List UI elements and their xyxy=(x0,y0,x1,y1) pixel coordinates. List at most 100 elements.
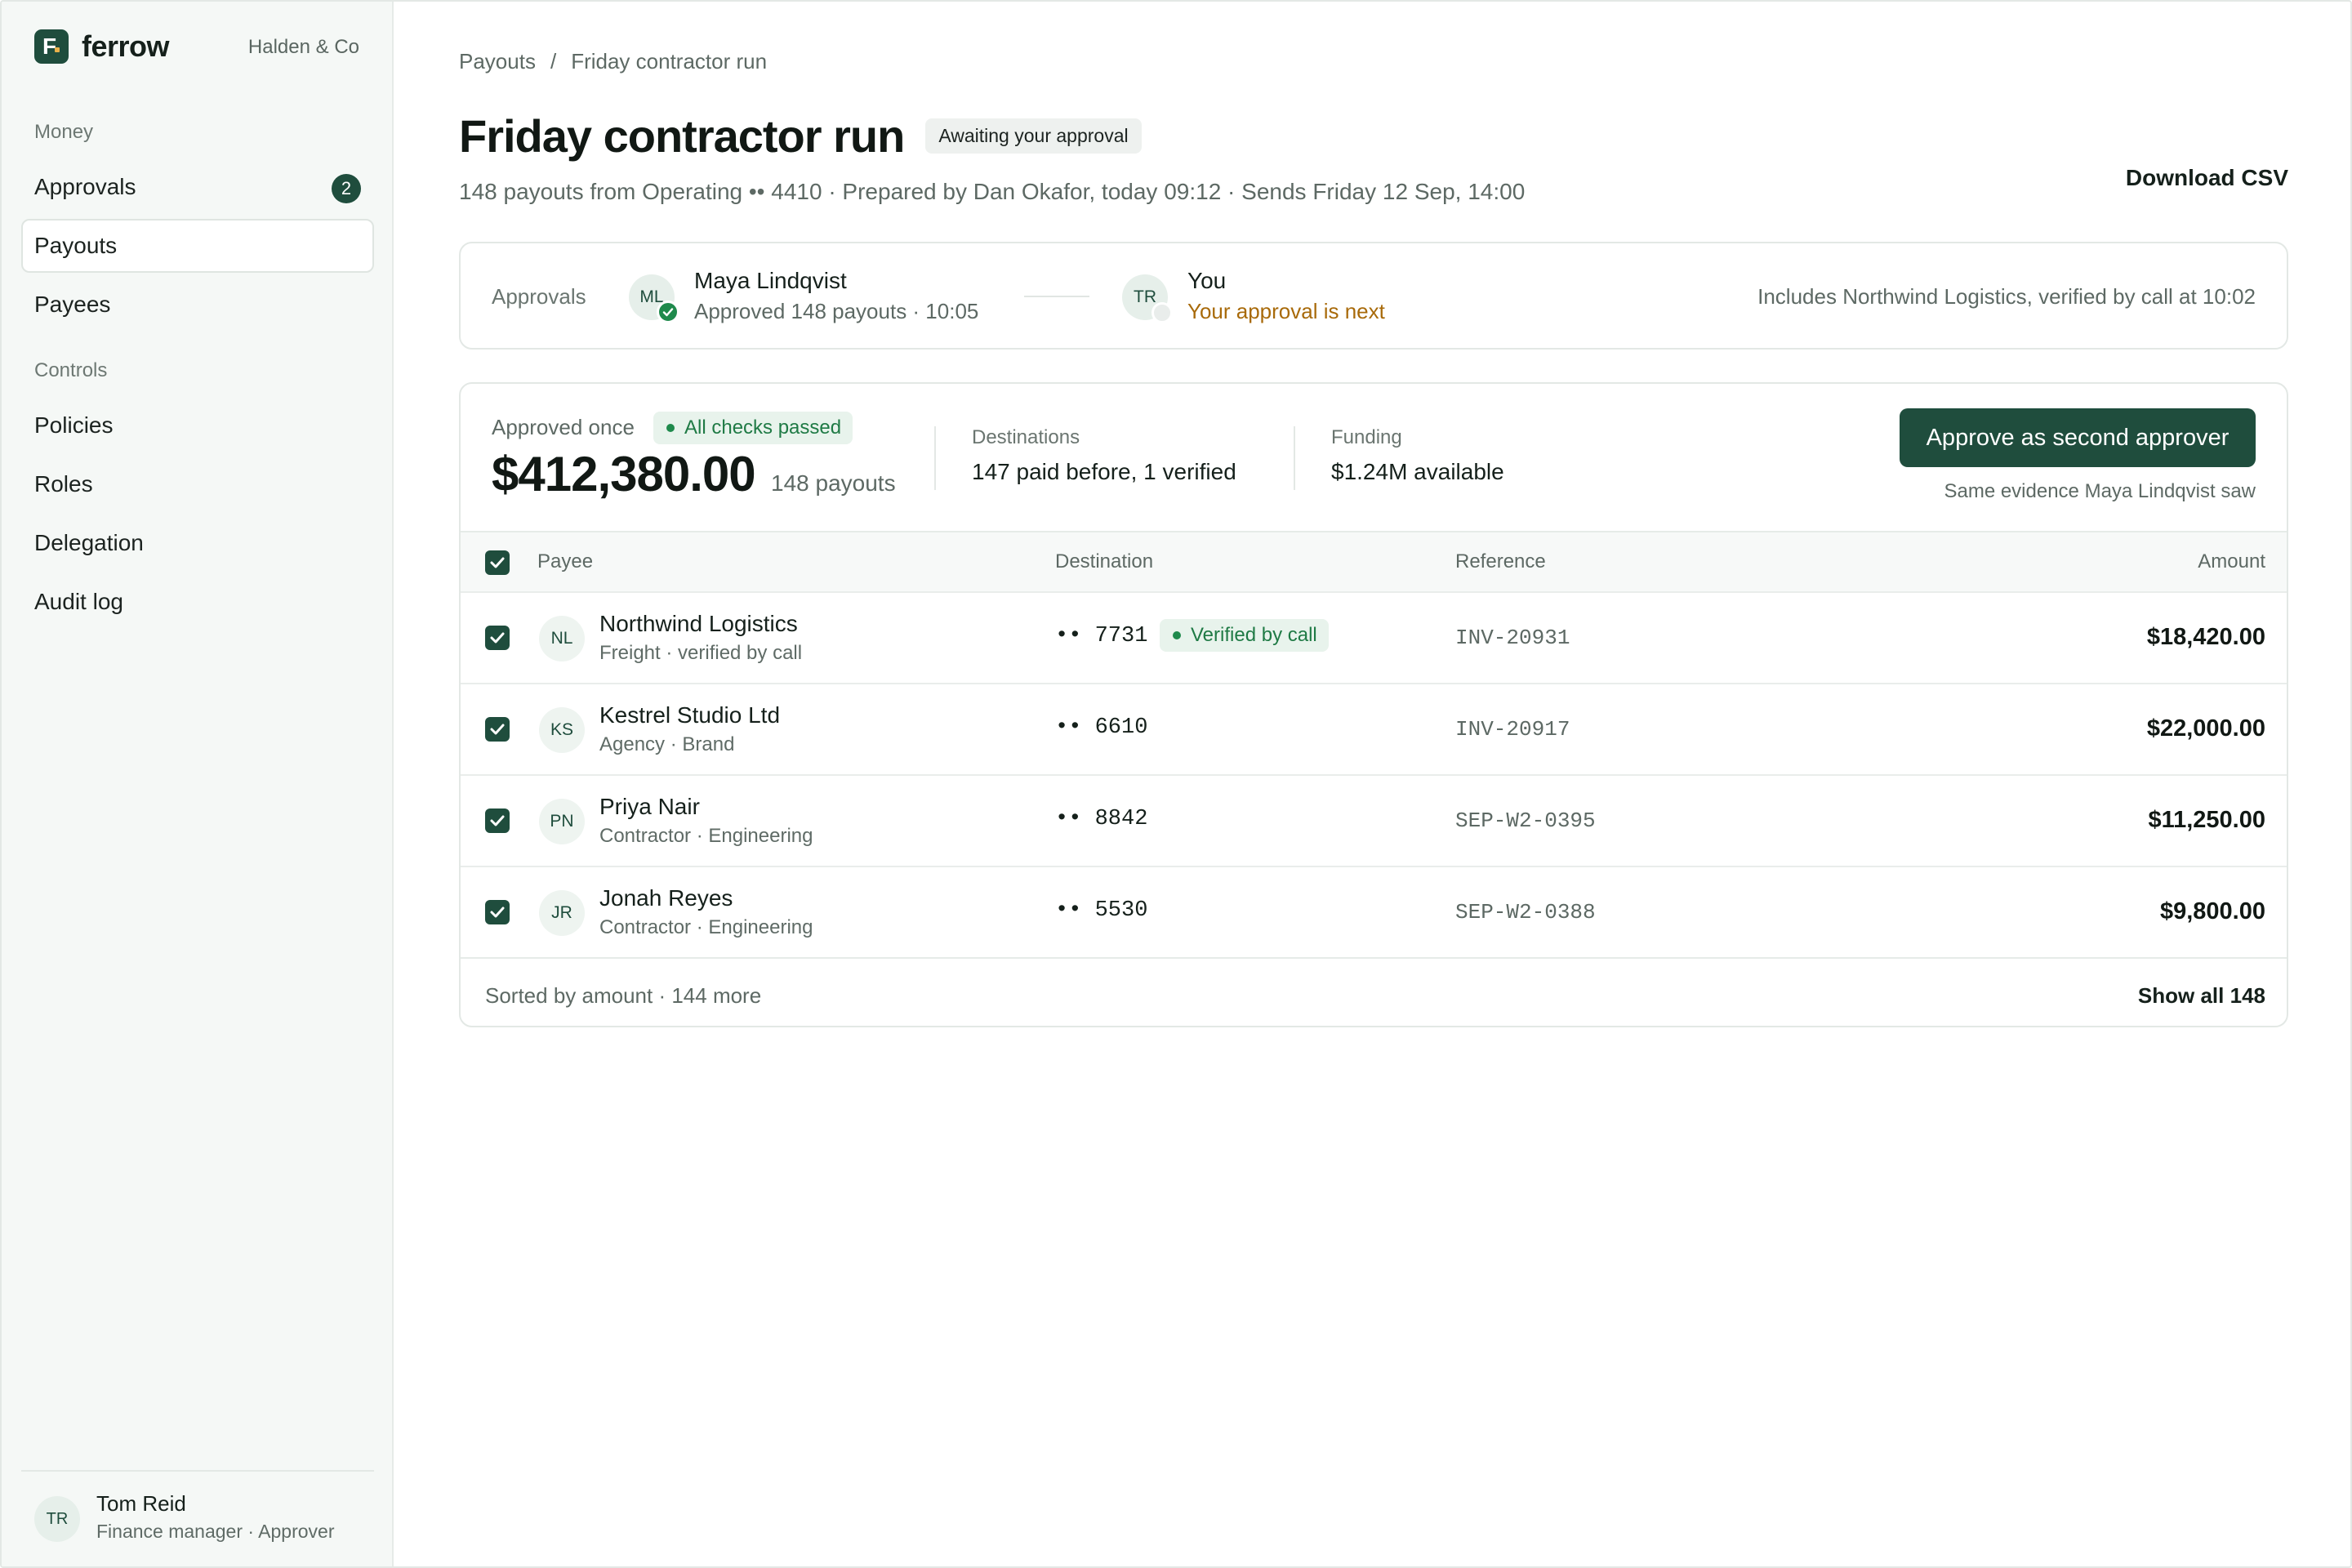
reference: INV-20931 xyxy=(1455,626,1570,650)
destinations-value: 147 paid before, 1 verified xyxy=(972,459,1236,484)
sort-summary: Sorted by amount · 144 more xyxy=(485,983,762,1008)
user-role: Finance manager · Approver xyxy=(96,1521,335,1542)
avatar: JR xyxy=(539,890,585,936)
sidebar-item-payees[interactable]: Payees xyxy=(21,278,374,332)
sidebar-item-label: Payouts xyxy=(34,233,118,258)
batch-card: Approved once All checks passed $412,380… xyxy=(459,382,2288,1027)
payout-amount: $9,800.00 xyxy=(2159,898,2265,924)
org-switcher[interactable]: Halden & Co xyxy=(248,36,359,59)
summary-label: Approved once xyxy=(492,415,635,439)
approvals-label: Approvals xyxy=(492,284,586,309)
payee-meta: Agency · Brand xyxy=(599,733,735,755)
verified-badge: Verified by call xyxy=(1160,619,1329,652)
sidebar-item-label: Payees xyxy=(34,292,111,317)
column-header-destination[interactable]: Destination xyxy=(1055,550,1153,573)
divider xyxy=(934,426,936,490)
table-footer: Sorted by amount · 144 more Show all 148 xyxy=(461,957,2287,1026)
avatar: TR xyxy=(34,1496,80,1542)
sidebar-item-label: Audit log xyxy=(34,589,123,614)
destinations-label: Destinations xyxy=(972,426,1080,448)
sidebar: F ferrow Halden & Co Money Approvals 2 P… xyxy=(2,2,394,1566)
sidebar-item-approvals[interactable]: Approvals 2 xyxy=(21,160,374,214)
approvals-note: Includes Northwind Logistics, verified b… xyxy=(1757,284,2256,309)
table-row[interactable]: JR Jonah Reyes Contractor · Engineering … xyxy=(461,866,2287,957)
sidebar-item-label: Policies xyxy=(34,412,114,438)
brand[interactable]: F ferrow xyxy=(34,29,170,64)
sidebar-item-label: Roles xyxy=(34,471,93,497)
nav-section-money: Money xyxy=(34,121,94,143)
download-csv-button[interactable]: Download CSV xyxy=(2126,165,2288,191)
payout-amount: $18,420.00 xyxy=(2146,624,2265,650)
payout-amount: $22,000.00 xyxy=(2146,715,2265,742)
approver-meta: Approved 148 payouts · 10:05 xyxy=(694,299,979,323)
payee-meta: Contractor · Engineering xyxy=(599,825,813,847)
destination-account: •• 5530 xyxy=(1055,898,1148,923)
current-user[interactable]: TR Tom Reid Finance manager · Approver xyxy=(21,1470,374,1560)
sidebar-item-delegation[interactable]: Delegation xyxy=(21,516,374,570)
approver-next-status: Your approval is next xyxy=(1187,299,1385,323)
column-header-reference[interactable]: Reference xyxy=(1455,550,1546,573)
avatar: ML xyxy=(629,274,679,323)
total-amount: $412,380.00 xyxy=(492,447,756,501)
page-title: Friday contractor run xyxy=(459,110,905,162)
breadcrumb-separator: / xyxy=(550,49,557,74)
approver-name-you: You xyxy=(1187,268,1227,293)
funding-value: $1.24M available xyxy=(1331,459,1504,484)
breadcrumb: Payouts / Friday contractor run xyxy=(459,49,767,74)
sidebar-item-audit-log[interactable]: Audit log xyxy=(21,575,374,629)
breadcrumb-current: Friday contractor run xyxy=(571,49,768,74)
table-row[interactable]: PN Priya Nair Contractor · Engineering •… xyxy=(461,774,2287,866)
reference: INV-20917 xyxy=(1455,717,1570,742)
divider xyxy=(1294,426,1295,490)
payee-name[interactable]: Priya Nair xyxy=(599,794,700,820)
payee-meta: Contractor · Engineering xyxy=(599,916,813,938)
brand-name: ferrow xyxy=(82,29,170,63)
row-checkbox[interactable] xyxy=(485,808,510,833)
ferrow-logo-icon: F xyxy=(34,29,69,64)
pending-icon xyxy=(1152,302,1173,323)
approvals-count-badge: 2 xyxy=(332,174,361,203)
check-icon xyxy=(657,301,679,323)
payee-name[interactable]: Kestrel Studio Ltd xyxy=(599,702,780,728)
row-checkbox[interactable] xyxy=(485,900,510,924)
approver-name: Maya Lindqvist xyxy=(694,268,847,293)
checks-badge: All checks passed xyxy=(653,412,853,444)
column-header-amount[interactable]: Amount xyxy=(2198,550,2265,573)
reference: SEP-W2-0395 xyxy=(1455,808,1596,833)
avatar: TR xyxy=(1122,274,1173,323)
destination-account: •• 6610 xyxy=(1055,715,1148,740)
select-all-checkbox[interactable] xyxy=(485,550,510,575)
table-row[interactable]: NL Northwind Logistics Freight · verifie… xyxy=(461,591,2287,683)
column-header-payee[interactable]: Payee xyxy=(537,550,593,573)
row-checkbox[interactable] xyxy=(485,626,510,650)
user-name: Tom Reid xyxy=(96,1491,186,1516)
nav-section-controls: Controls xyxy=(34,359,108,381)
main-content: Payouts / Friday contractor run Friday c… xyxy=(394,2,2350,1566)
sidebar-item-roles[interactable]: Roles xyxy=(21,457,374,511)
avatar: NL xyxy=(539,616,585,662)
approve-button[interactable]: Approve as second approver xyxy=(1900,408,2256,467)
table-header: Payee Destination Reference Amount xyxy=(461,531,2287,591)
payout-count: 148 payouts xyxy=(771,470,896,496)
avatar-initials: TR xyxy=(1134,287,1156,306)
destination-account: •• 8842 xyxy=(1055,807,1148,831)
funding-label: Funding xyxy=(1331,426,1402,448)
avatar: KS xyxy=(539,707,585,753)
page-subtitle: 148 payouts from Operating •• 4410 · Pre… xyxy=(459,179,1526,204)
avatar: PN xyxy=(539,799,585,844)
sidebar-item-payouts[interactable]: Payouts xyxy=(21,219,374,273)
app-window: F ferrow Halden & Co Money Approvals 2 P… xyxy=(0,0,2352,1568)
payout-amount: $11,250.00 xyxy=(2148,807,2265,833)
reference: SEP-W2-0388 xyxy=(1455,900,1596,924)
title-row: Friday contractor run Awaiting your appr… xyxy=(459,109,1142,163)
payee-name[interactable]: Jonah Reyes xyxy=(599,885,733,911)
payee-name[interactable]: Northwind Logistics xyxy=(599,611,798,637)
row-checkbox[interactable] xyxy=(485,717,510,742)
sidebar-item-label: Approvals xyxy=(34,174,136,199)
sidebar-item-policies[interactable]: Policies xyxy=(21,399,374,452)
show-all-link[interactable]: Show all 148 xyxy=(2138,983,2265,1009)
destination-account: •• 7731 xyxy=(1055,624,1148,648)
table-row[interactable]: KS Kestrel Studio Ltd Agency · Brand •• … xyxy=(461,683,2287,774)
approvals-card: Approvals ML Maya Lindqvist Approved 148… xyxy=(459,242,2288,350)
breadcrumb-link-payouts[interactable]: Payouts xyxy=(459,49,536,74)
